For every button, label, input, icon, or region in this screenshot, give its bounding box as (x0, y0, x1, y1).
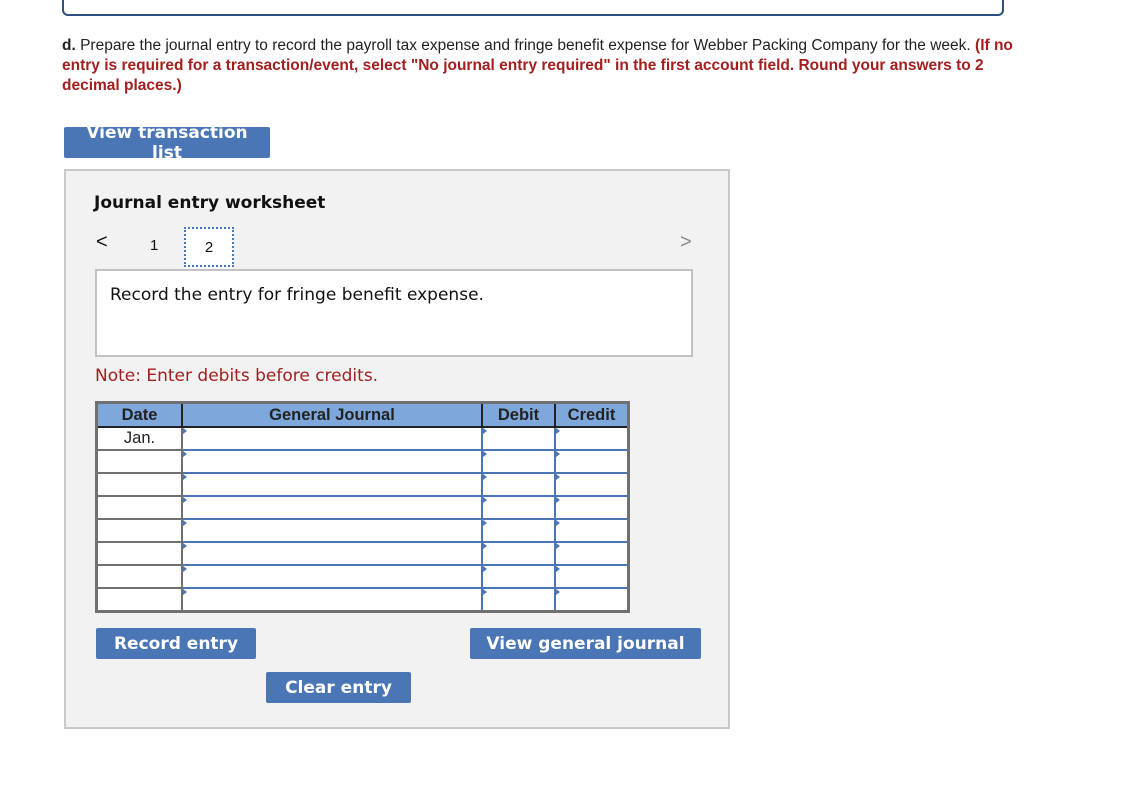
table-row: Jan. (95, 426, 630, 451)
question-body: Prepare the journal entry to record the … (80, 37, 971, 54)
debit-input[interactable] (481, 449, 556, 474)
credit-input[interactable] (554, 587, 630, 613)
header-general-journal: General Journal (181, 402, 482, 428)
credit-input[interactable] (554, 518, 630, 543)
credit-input[interactable] (554, 449, 630, 474)
header-debit: Debit (481, 402, 555, 428)
question-label: d. (62, 37, 76, 54)
table-header-row: Date General Journal Debit Credit (96, 402, 629, 428)
page-tab-2[interactable]: 2 (184, 227, 234, 267)
debit-input[interactable] (481, 541, 556, 566)
debit-input[interactable] (481, 587, 556, 613)
credit-input[interactable] (554, 495, 630, 520)
date-cell (95, 541, 183, 566)
table-row (95, 472, 630, 497)
debit-credit-note: Note: Enter debits before credits. (95, 366, 379, 386)
date-cell: Jan. (95, 426, 183, 451)
account-input[interactable] (181, 426, 483, 451)
table-row (95, 449, 630, 474)
date-cell (95, 518, 183, 543)
date-cell (95, 587, 183, 613)
credit-input[interactable] (554, 426, 630, 451)
clear-entry-button[interactable]: Clear entry (266, 672, 411, 703)
account-input[interactable] (181, 495, 483, 520)
view-transaction-list-button[interactable]: View transaction list (64, 123, 270, 163)
table-row (95, 518, 630, 543)
debit-input[interactable] (481, 564, 556, 589)
credit-input[interactable] (554, 472, 630, 497)
date-cell (95, 472, 183, 497)
table-row (95, 587, 630, 613)
previous-answer-box (62, 0, 1004, 16)
date-cell (95, 495, 183, 520)
entry-description: Record the entry for fringe benefit expe… (110, 285, 484, 305)
record-entry-button[interactable]: Record entry (96, 628, 256, 659)
table-row (95, 495, 630, 520)
question-text: d. Prepare the journal entry to record t… (62, 36, 1022, 96)
header-credit: Credit (554, 402, 629, 428)
debit-input[interactable] (481, 495, 556, 520)
account-input[interactable] (181, 541, 483, 566)
journal-entry-worksheet: Journal entry worksheet < 1 2 > Record t… (64, 169, 730, 729)
account-input[interactable] (181, 449, 483, 474)
account-input[interactable] (181, 518, 483, 543)
account-input[interactable] (181, 472, 483, 497)
chevron-right-icon[interactable]: > (680, 231, 692, 254)
debit-input[interactable] (481, 518, 556, 543)
general-journal-table: Date General Journal Debit Credit Jan. (95, 401, 630, 613)
table-row (95, 541, 630, 566)
header-date: Date (96, 402, 182, 428)
worksheet-title: Journal entry worksheet (94, 193, 326, 213)
debit-input[interactable] (481, 426, 556, 451)
credit-input[interactable] (554, 564, 630, 589)
entry-description-box: Record the entry for fringe benefit expe… (95, 269, 693, 357)
credit-input[interactable] (554, 541, 630, 566)
date-cell (95, 449, 183, 474)
view-general-journal-button[interactable]: View general journal (470, 628, 701, 659)
table-row (95, 564, 630, 589)
account-input[interactable] (181, 564, 483, 589)
date-cell (95, 564, 183, 589)
debit-input[interactable] (481, 472, 556, 497)
chevron-left-icon[interactable]: < (96, 231, 108, 254)
account-input[interactable] (181, 587, 483, 613)
page-tab-1[interactable]: 1 (150, 237, 158, 254)
